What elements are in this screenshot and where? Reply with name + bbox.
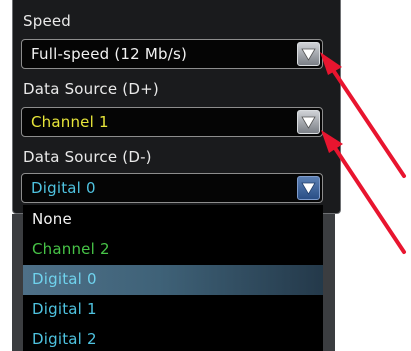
red-arrow-annotation: [320, 52, 406, 178]
screenshot-stage: Speed Full-speed (12 Mb/s) Data Source (…: [0, 0, 411, 351]
red-arrow-annotation: [321, 130, 406, 254]
annotation-arrows: [320, 52, 406, 254]
